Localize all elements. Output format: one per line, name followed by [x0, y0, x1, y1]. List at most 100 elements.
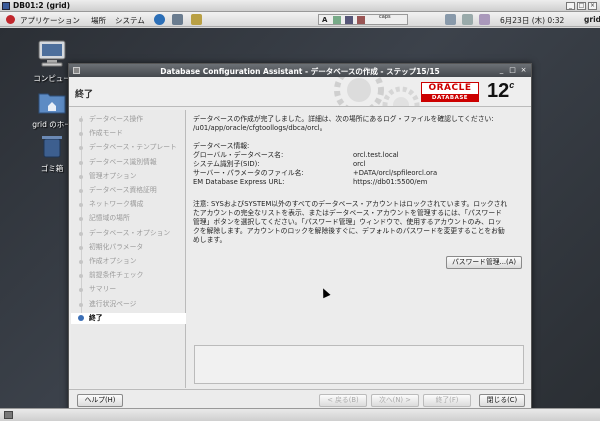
db-info-key: サーバー・パラメータのファイル名: — [193, 169, 304, 177]
nav-step-item[interactable]: データベース・テンプレート — [71, 142, 186, 153]
nav-step-label: 記憶域の場所 — [89, 214, 130, 223]
version-number: 12 — [487, 80, 510, 102]
nav-step-item[interactable]: 前提条件チェック — [71, 270, 186, 281]
back-button[interactable]: < 戻る(B) — [319, 394, 367, 407]
db-info-row: グローバル・データベース名: orcl.test.local — [193, 151, 523, 160]
nav-step-label: 進行状況ページ — [89, 299, 137, 308]
message-area — [194, 345, 524, 384]
nav-step-item[interactable]: データベース識別情報 — [71, 157, 186, 168]
db-info-row: EM Database Express URL: https://db01:55… — [193, 178, 523, 187]
step-indicator-icon — [79, 118, 83, 122]
nav-step-item[interactable]: 記憶域の場所 — [71, 213, 186, 224]
oracle-logo-wordmark: ORACLE — [422, 83, 478, 94]
close-icon[interactable]: × — [588, 2, 597, 10]
nav-step-label: データベース操作 — [89, 115, 144, 123]
note-line: クを解除します。アカウントのロックを解除後すぐに、デフォルトのパスワードを変更す… — [193, 227, 505, 235]
next-button[interactable]: 次へ(N) > — [371, 394, 419, 407]
step-indicator-icon — [79, 132, 83, 137]
nav-step-item[interactable]: 初期化パラメータ — [71, 242, 186, 253]
browser-icon[interactable] — [154, 14, 165, 25]
nav-step-item[interactable]: データベース資格証明 — [71, 185, 186, 196]
minimize-icon[interactable]: _ — [566, 2, 575, 10]
trash-icon — [42, 136, 62, 158]
step-indicator-icon — [79, 160, 83, 165]
dbca-dialog: Database Configuration Assistant - データベー… — [68, 63, 532, 412]
system-menu[interactable]: システム — [115, 15, 145, 26]
nav-step-item[interactable]: 作成オプション — [71, 256, 186, 267]
db-info-value: +DATA/orcl/spfileorcl.ora — [353, 169, 438, 177]
clock[interactable]: 6月23日 (木) 0:32 — [500, 15, 564, 26]
nav-step-item[interactable]: サマリー — [71, 284, 186, 295]
main-content: データベースの作成が完了しました。詳細は、次の場所にあるログ・ファイルを確認して… — [191, 114, 526, 344]
finish-button[interactable]: 終了(F) — [423, 394, 471, 407]
step-title: 終了 — [75, 90, 94, 100]
nav-step-label: 作成モード — [89, 129, 123, 138]
user-menu[interactable]: grid — [584, 15, 600, 24]
oracle-logo-product: DATABASE — [422, 94, 478, 102]
volume-icon[interactable] — [462, 14, 473, 25]
nav-step-item[interactable]: データベース・オプション — [71, 228, 186, 239]
dialog-titlebar[interactable]: Database Configuration Assistant - データベー… — [69, 64, 531, 77]
nav-step-item[interactable]: 終了 — [71, 312, 186, 324]
input-method-tray[interactable]: A caps — [318, 14, 408, 25]
step-indicator-icon — [79, 260, 83, 264]
tray-dict-icon[interactable] — [345, 16, 353, 24]
dialog-title: Database Configuration Assistant - データベー… — [160, 67, 440, 76]
dialog-close-icon[interactable]: × — [519, 66, 528, 75]
step-indicator-icon — [79, 302, 83, 307]
footer-divider — [69, 389, 531, 390]
step-navigation: データベース操作 作成モードデータベース・テンプレート データベース識別情報 管理オプ… — [71, 110, 186, 388]
note-line: 管理」ボタンを選択してください。「パスワード管理」ウィンドウで、使用するアカウン… — [193, 218, 502, 226]
step-indicator-icon — [79, 231, 83, 236]
nav-step-item[interactable]: 管理オプション — [71, 171, 186, 182]
places-menu[interactable]: 場所 — [91, 15, 106, 26]
nav-step-item[interactable]: データベース操作 — [71, 114, 186, 125]
step-indicator-icon — [79, 189, 83, 193]
db-info-key: システム識別子(SID): — [193, 160, 260, 168]
network-icon[interactable] — [445, 14, 456, 25]
mail-icon[interactable] — [172, 14, 183, 25]
db-info-heading: データベース情報: — [193, 142, 250, 150]
input-mode-icon[interactable]: A — [322, 16, 327, 24]
help-button[interactable]: ヘルプ(H) — [77, 394, 123, 407]
oracle-logo: ORACLE DATABASE — [421, 82, 479, 102]
password-management-button[interactable]: パスワード管理...(A) — [446, 256, 522, 269]
db-info-row: サーバー・パラメータのファイル名: +DATA/orcl/spfileorcl.… — [193, 169, 523, 178]
db-info-value: https://db01:5500/em — [353, 178, 428, 186]
tray-help-icon[interactable] — [357, 16, 365, 24]
update-icon[interactable] — [479, 14, 490, 25]
dialog-maximize-icon[interactable]: □ — [508, 66, 517, 75]
maximize-icon[interactable]: □ — [577, 2, 586, 10]
nav-step-label: 作成オプション — [89, 257, 137, 265]
nav-step-item[interactable]: 進行状況ページ — [71, 299, 186, 310]
gears-decoration-icon — [334, 77, 420, 106]
notes-icon[interactable] — [191, 14, 202, 25]
vnc-titlebar: DB01:2 (grid) _ □ × — [0, 0, 600, 12]
close-button[interactable]: 閉じる(C) — [479, 394, 525, 407]
nav-step-item[interactable]: 作成モード — [71, 128, 186, 139]
nav-step-label: ネットワーク構成 — [89, 200, 144, 209]
top-panel: アプリケーション 場所 システム A caps 6月23日 (木) 0:32 g… — [0, 12, 600, 27]
nav-step-label: 管理オプション — [89, 171, 137, 180]
step-indicator-icon — [79, 217, 83, 222]
nav-step-item[interactable]: ネットワーク構成 — [71, 199, 186, 210]
step-indicator-icon — [79, 146, 83, 151]
distro-logo-icon — [6, 15, 15, 24]
nav-step-label: 前提条件チェック — [89, 271, 144, 280]
tray-tool-icon[interactable] — [333, 16, 341, 24]
nav-step-label: データベース・オプション — [89, 228, 171, 237]
nav-step-label: データベース識別情報 — [89, 157, 157, 166]
dialog-minimize-icon[interactable]: _ — [497, 66, 506, 75]
nav-step-label: データベース資格証明 — [89, 186, 157, 194]
completion-message: データベースの作成が完了しました。詳細は、次の場所にあるログ・ファイルを確認して… — [193, 115, 494, 123]
note-line: 注意: SYSおよびSYSTEM以外のすべてのデータベース・アカウントはロックさ… — [193, 200, 508, 208]
log-path: /u01/app/oracle/cfgtoollogs/dbca/orcl。 — [193, 124, 327, 132]
nav-step-label: 初期化パラメータ — [89, 242, 144, 251]
applications-menu[interactable]: アプリケーション — [20, 15, 80, 26]
step-indicator-icon — [79, 174, 83, 179]
note-line: めします。 — [193, 236, 227, 244]
db-info-row: システム識別子(SID): orcl — [193, 160, 523, 169]
nav-step-label: 終了 — [89, 313, 103, 322]
nav-step-label: データベース・テンプレート — [89, 143, 177, 152]
show-desktop-icon[interactable] — [4, 411, 13, 419]
